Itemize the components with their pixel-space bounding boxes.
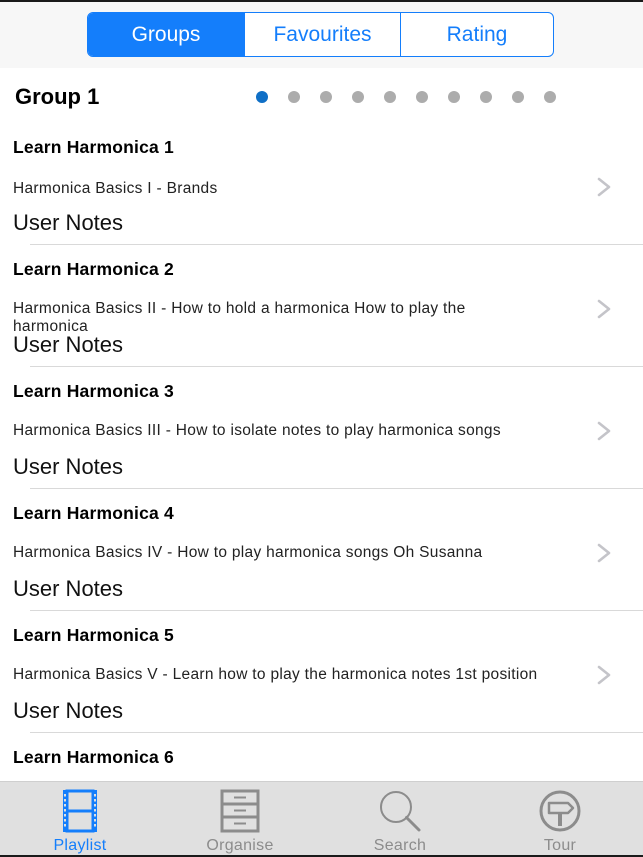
segmented-control: Groups Favourites Rating xyxy=(87,12,554,57)
item-title: Learn Harmonica 1 xyxy=(13,137,174,157)
page-dot[interactable] xyxy=(288,91,300,103)
tab-label: Tour xyxy=(543,837,577,854)
item-title: Learn Harmonica 3 xyxy=(13,381,174,401)
group-title: Group 1 xyxy=(15,84,100,109)
item-title: Learn Harmonica 2 xyxy=(13,259,174,279)
list-item[interactable]: Learn Harmonica 3 Harmonica Basics III -… xyxy=(0,366,643,489)
page-dot[interactable] xyxy=(544,91,556,103)
item-subtitle: Harmonica Basics IV - How to play harmon… xyxy=(13,544,483,561)
segment-favourites[interactable]: Favourites xyxy=(244,13,400,56)
tab-playlist[interactable]: Playlist xyxy=(0,782,160,857)
segment-rating[interactable]: Rating xyxy=(400,13,553,56)
page-dot[interactable] xyxy=(480,91,492,103)
tab-label: Playlist xyxy=(53,837,107,854)
list-item[interactable]: Learn Harmonica 5 Harmonica Basics V - L… xyxy=(0,610,643,733)
page-dot[interactable] xyxy=(256,91,268,103)
item-subtitle: Harmonica Basics I - Brands xyxy=(13,180,218,197)
list-item[interactable]: Learn Harmonica 2 Harmonica Basics II - … xyxy=(0,244,643,367)
item-user-notes[interactable]: User Notes xyxy=(13,454,123,480)
tab-organise[interactable]: Organise xyxy=(160,782,320,857)
item-user-notes[interactable]: User Notes xyxy=(13,576,123,602)
item-subtitle: Harmonica Basics V - Learn how to play t… xyxy=(13,666,538,683)
film-strip-icon xyxy=(63,789,97,833)
item-title: Learn Harmonica 5 xyxy=(13,625,174,645)
chevron-right-icon xyxy=(597,421,611,441)
chevron-right-icon xyxy=(597,299,611,319)
list-item[interactable]: Learn Harmonica 4 Harmonica Basics IV - … xyxy=(0,488,643,611)
tab-label: Organise xyxy=(206,837,274,854)
page-dot[interactable] xyxy=(384,91,396,103)
item-title: Learn Harmonica 6 xyxy=(13,747,174,767)
item-user-notes[interactable]: User Notes xyxy=(13,698,123,724)
tab-search[interactable]: Search xyxy=(320,782,480,857)
page-dot[interactable] xyxy=(448,91,460,103)
list-item[interactable]: Learn Harmonica 1 Harmonica Basics I - B… xyxy=(0,122,643,245)
list-item[interactable]: Learn Harmonica 6 xyxy=(0,732,643,781)
item-subtitle: Harmonica Basics II - How to hold a harm… xyxy=(13,300,466,335)
chevron-right-icon xyxy=(597,177,611,197)
tab-bar: Playlist Organise Search Tour xyxy=(0,781,643,857)
segment-groups[interactable]: Groups xyxy=(88,13,244,56)
item-user-notes[interactable]: User Notes xyxy=(13,332,123,358)
tab-tour[interactable]: Tour xyxy=(480,782,640,857)
chevron-right-icon xyxy=(597,665,611,685)
page-dot[interactable] xyxy=(416,91,428,103)
page-dot[interactable] xyxy=(512,91,524,103)
tab-label: Search xyxy=(373,837,427,854)
chevron-right-icon xyxy=(597,543,611,563)
item-subtitle: Harmonica Basics III - How to isolate no… xyxy=(13,422,501,439)
page-indicator[interactable] xyxy=(256,91,576,103)
magnifier-icon xyxy=(380,791,421,832)
item-user-notes[interactable]: User Notes xyxy=(13,210,123,236)
file-cabinet-icon xyxy=(220,789,260,833)
playlist-list: Learn Harmonica 1 Harmonica Basics I - B… xyxy=(0,122,643,781)
item-title: Learn Harmonica 4 xyxy=(13,503,174,523)
page-dot[interactable] xyxy=(352,91,364,103)
signpost-icon xyxy=(539,790,581,832)
page-dot[interactable] xyxy=(320,91,332,103)
header: Groups Favourites Rating xyxy=(0,2,643,68)
